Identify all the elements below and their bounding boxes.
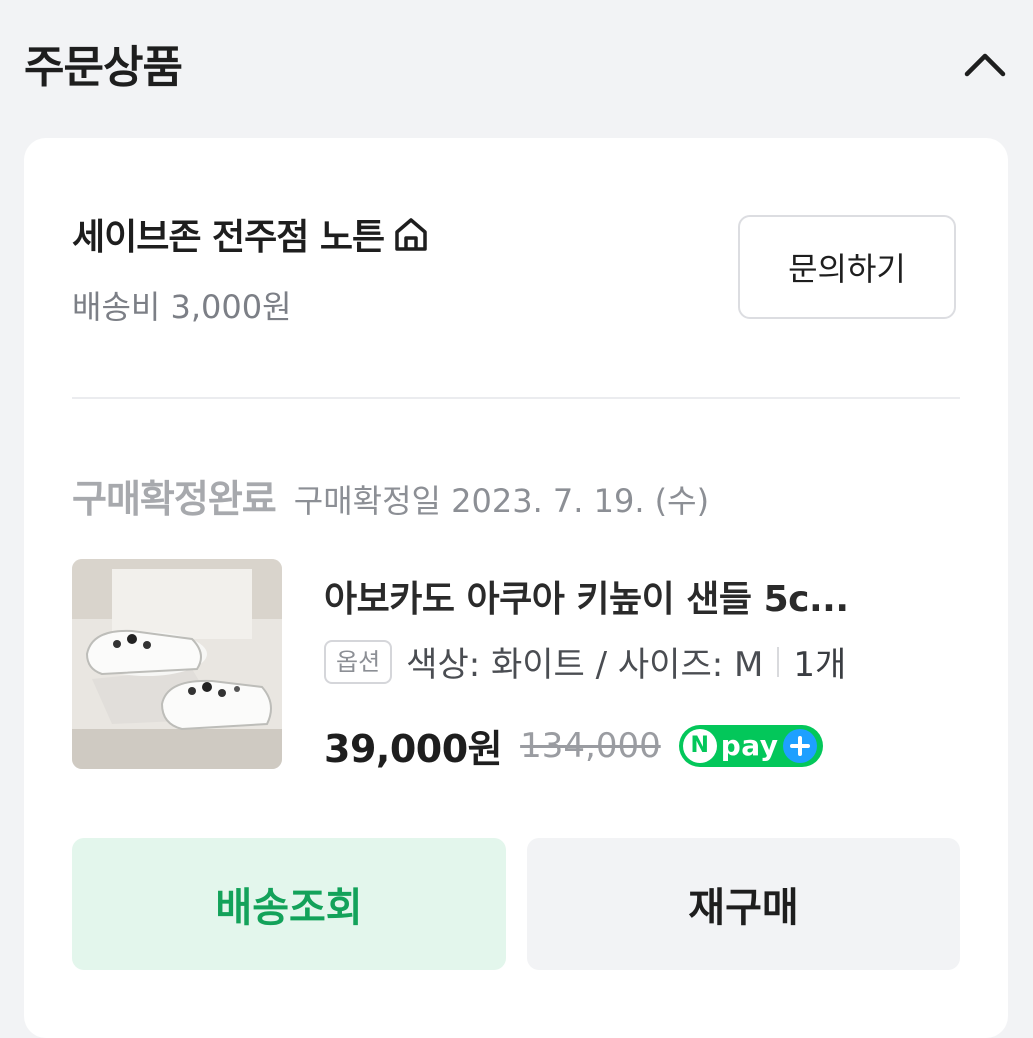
store-name: 세이브존 전주점 노튼 — [72, 217, 385, 258]
plus-icon — [782, 728, 817, 763]
option-row: 옵션 색상: 화이트 / 사이즈: M 1개 — [324, 637, 846, 686]
home-icon — [395, 218, 427, 251]
chevron-up-icon — [964, 53, 1006, 77]
page-title: 주문상품 — [24, 42, 183, 93]
product-image[interactable] — [72, 559, 282, 769]
original-price: 134,000 — [520, 725, 661, 766]
order-card: 세이브존 전주점 노튼 배송비 3,000원 문의하기 구매확정완료 구매확정일… — [24, 138, 1008, 1038]
store-name-row[interactable]: 세이브존 전주점 노튼 — [72, 208, 430, 260]
shipping-fee: 배송비 3,000원 — [72, 288, 292, 326]
order-items-header: 주문상품 — [24, 28, 1009, 98]
collapse-button[interactable] — [961, 39, 1009, 87]
option-text: 색상: 화이트 / 사이즈: M — [406, 645, 764, 685]
separator — [777, 646, 780, 677]
track-delivery-button[interactable]: 배송조회 — [72, 838, 506, 970]
price-row: 39,000원 134,000 N pay — [324, 718, 823, 773]
divider — [72, 397, 960, 399]
product-name[interactable]: 아보카도 아쿠아 키높이 샌들 5c... — [324, 570, 944, 622]
npay-n-icon: N — [682, 728, 717, 763]
order-status-row: 구매확정완료 구매확정일 2023. 7. 19. (수) — [72, 468, 709, 523]
product-photo — [72, 559, 282, 769]
npay-label: pay — [720, 729, 779, 762]
quantity: 1개 — [793, 645, 847, 685]
order-status: 구매확정완료 — [72, 477, 277, 521]
inquiry-button[interactable]: 문의하기 — [738, 215, 956, 319]
reorder-button[interactable]: 재구매 — [527, 838, 960, 970]
npay-plus-badge: N pay — [678, 724, 823, 767]
sale-price: 39,000원 — [324, 727, 503, 771]
purchase-confirm-date: 구매확정일 2023. 7. 19. (수) — [293, 482, 710, 520]
option-badge: 옵션 — [324, 639, 393, 684]
